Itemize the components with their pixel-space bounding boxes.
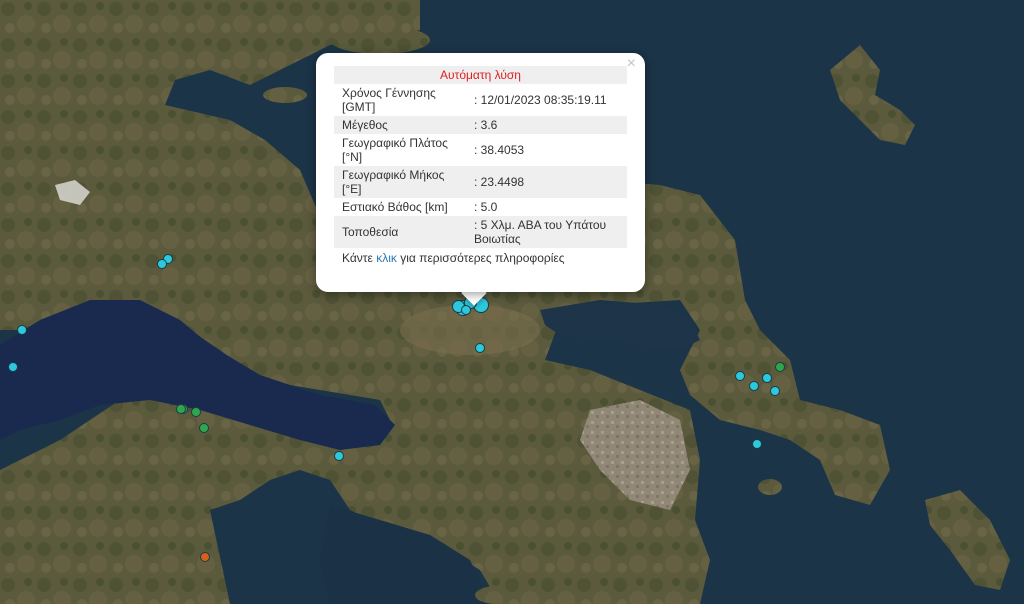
info-value: : 23.4498 <box>466 166 627 198</box>
info-value: : 3.6 <box>466 116 627 134</box>
info-label: Μέγεθος <box>334 116 466 134</box>
info-row-magnitude: Μέγεθος : 3.6 <box>334 116 627 134</box>
info-value: : 12/01/2023 08:35:19.11 <box>474 93 607 107</box>
info-value: : 5 Χλμ. ΑΒΑ του Υπάτου Βοιωτίας <box>466 216 627 248</box>
earthquake-marker[interactable] <box>770 386 780 396</box>
earthquake-marker[interactable] <box>461 305 471 315</box>
earthquake-popup: × Αυτόματη λύση Χρόνος Γέννησης [GMT] : … <box>316 53 645 292</box>
info-value: : 5.0 <box>474 200 498 214</box>
more-info-prefix: Κάντε <box>342 251 377 265</box>
earthquake-marker[interactable] <box>200 552 210 562</box>
earthquake-marker[interactable] <box>749 381 759 391</box>
popup-title: Αυτόματη λύση <box>334 66 627 84</box>
info-row-origin-time: Χρόνος Γέννησης [GMT] : 12/01/2023 08:35… <box>334 84 627 116</box>
earthquake-marker[interactable] <box>176 404 186 414</box>
info-row-depth: Εστιακό Βάθος [km] : 5.0 <box>334 198 627 216</box>
earthquake-marker[interactable] <box>762 373 772 383</box>
info-label: Τοποθεσία <box>334 216 466 248</box>
info-row-latitude: Γεωγραφικό Πλάτος [°N] : 38.4053 <box>334 134 627 166</box>
more-info-link[interactable]: κλικ <box>376 251 397 265</box>
earthquake-marker[interactable] <box>775 362 785 372</box>
earthquake-marker[interactable] <box>17 325 27 335</box>
info-value: : 38.4053 <box>474 143 525 157</box>
info-label: Γεωγραφικό Μήκος [°E] <box>334 166 466 198</box>
earthquake-marker[interactable] <box>191 407 201 417</box>
info-label: Χρόνος Γέννησης [GMT] <box>342 86 436 114</box>
info-row-longitude: Γεωγραφικό Μήκος [°E] : 23.4498 <box>334 166 627 198</box>
more-info-suffix: για περισσότερες πληροφορίες <box>396 251 565 265</box>
more-info-text: Κάντε κλικ για περισσότερες πληροφορίες <box>334 248 627 268</box>
earthquake-marker[interactable] <box>735 371 745 381</box>
info-label: Γεωγραφικό Πλάτος [°N] <box>342 136 448 164</box>
earthquake-info-table: Χρόνος Γέννησης [GMT] : 12/01/2023 08:35… <box>334 84 627 248</box>
earthquake-marker[interactable] <box>8 362 18 372</box>
earthquake-marker[interactable] <box>475 343 485 353</box>
earthquake-marker[interactable] <box>199 423 209 433</box>
earthquake-marker[interactable] <box>157 259 167 269</box>
earthquake-marker[interactable] <box>752 439 762 449</box>
info-label: Εστιακό Βάθος [km] <box>342 200 448 214</box>
earthquake-marker[interactable] <box>334 451 344 461</box>
info-row-location: Τοποθεσία : 5 Χλμ. ΑΒΑ του Υπάτου Βοιωτί… <box>334 216 627 248</box>
close-icon[interactable]: × <box>627 56 636 72</box>
